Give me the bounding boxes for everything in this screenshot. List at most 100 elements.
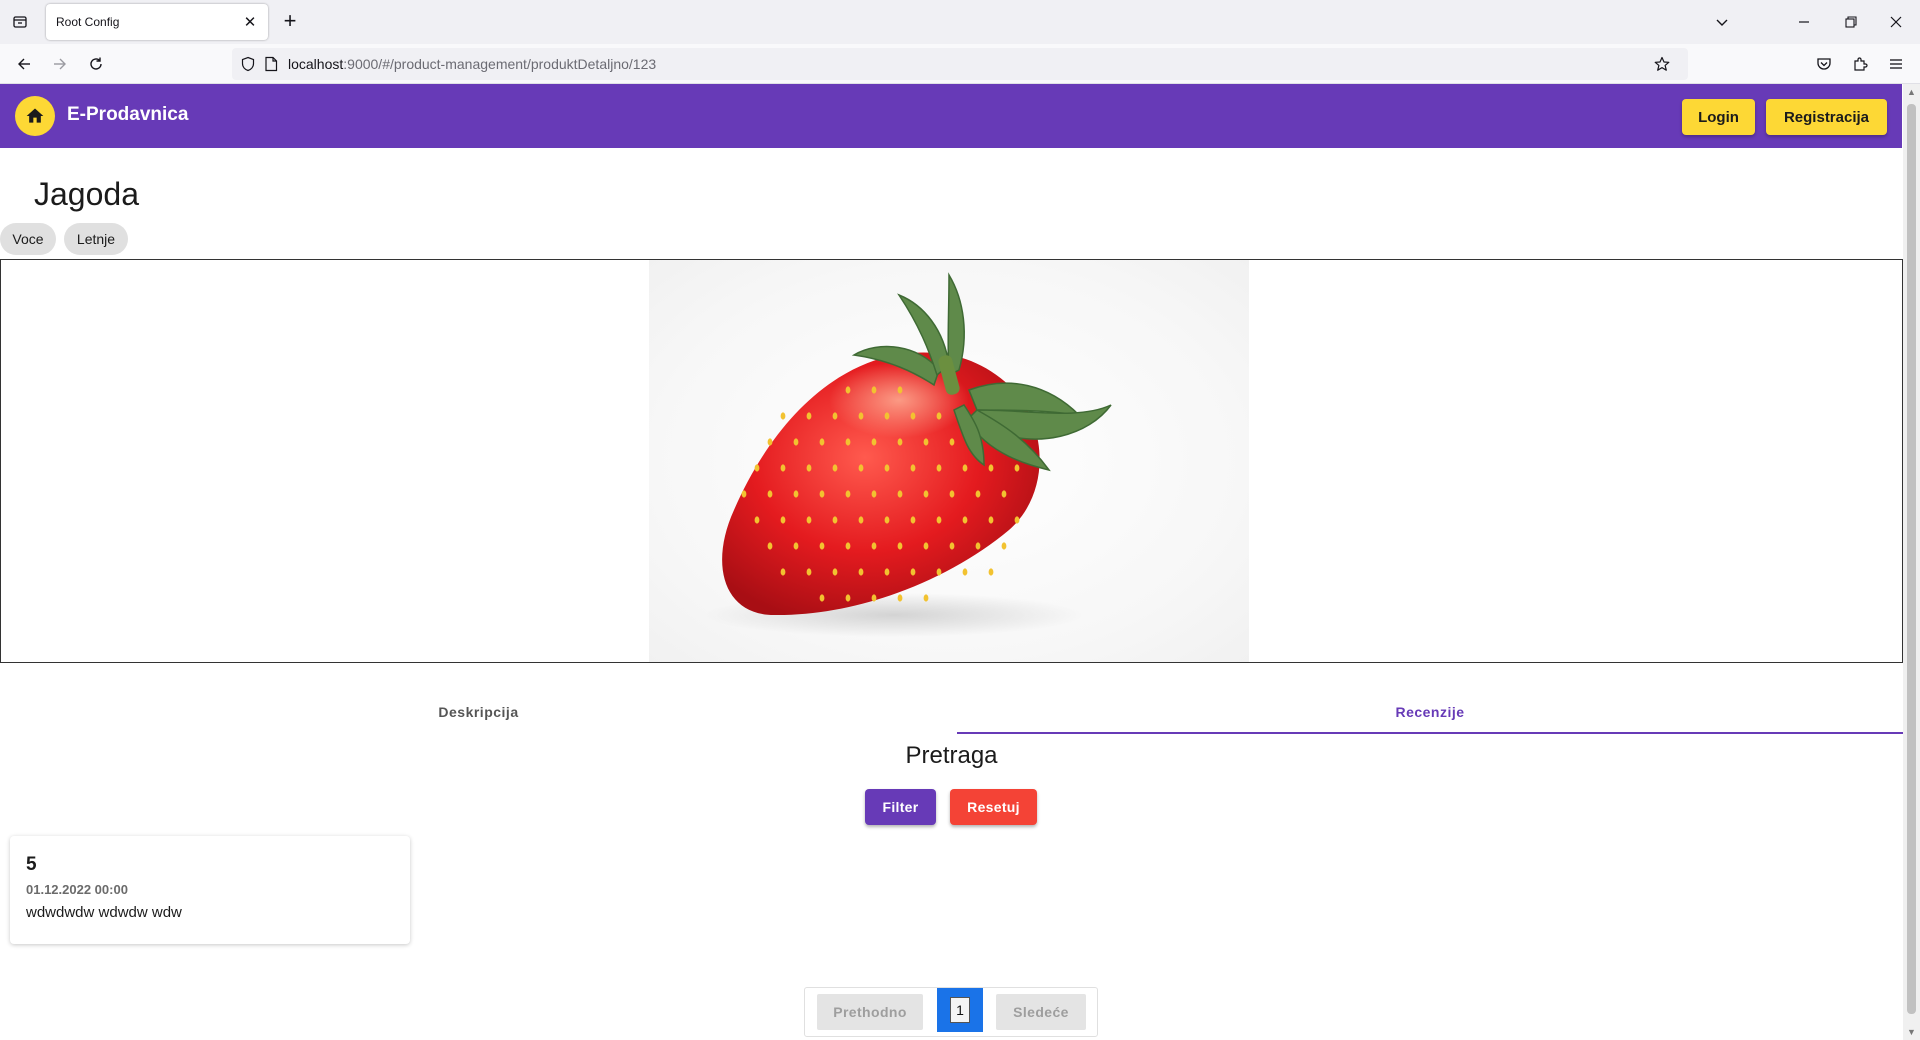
- strawberry-seed: [741, 490, 747, 498]
- strawberry-seed: [975, 490, 981, 498]
- restore-window-icon[interactable]: [1839, 10, 1863, 34]
- strawberry-seed: [910, 464, 916, 472]
- strawberry-seed: [780, 568, 786, 576]
- back-arrow-icon[interactable]: [12, 52, 36, 76]
- review-date: 01.12.2022 00:00: [26, 882, 128, 897]
- review-card: 5 01.12.2022 00:00 wdwdwdw wdwdw wdw: [10, 836, 410, 944]
- strawberry-seed: [793, 490, 799, 498]
- strawberry-seed: [871, 490, 877, 498]
- strawberry-seed: [962, 568, 968, 576]
- strawberry-seed: [1001, 542, 1007, 550]
- strawberry-seed: [910, 412, 916, 420]
- strawberry-seed: [819, 594, 825, 602]
- minimize-window-icon[interactable]: [1792, 10, 1816, 34]
- url-path: :9000/#/product-management/produktDetalj…: [343, 56, 657, 72]
- strawberry-seed: [871, 386, 877, 394]
- filter-button[interactable]: Filter: [865, 789, 936, 825]
- strawberry-seed: [936, 412, 942, 420]
- strawberry-seed: [832, 412, 838, 420]
- strawberry-seed: [923, 594, 929, 602]
- home-button[interactable]: [15, 96, 55, 136]
- review-rating: 5: [26, 854, 37, 875]
- close-tab-icon[interactable]: ✕: [242, 14, 258, 31]
- scrollbar-thumb[interactable]: [1907, 104, 1916, 1014]
- strawberry-seed: [780, 516, 786, 524]
- browser-nav-bar: localhost:9000/#/product-management/prod…: [0, 44, 1920, 84]
- tag-chip-letnje[interactable]: Letnje: [64, 223, 128, 255]
- scroll-up-arrow-icon[interactable]: ▲: [1903, 84, 1920, 100]
- shield-icon[interactable]: [240, 56, 256, 72]
- close-window-icon[interactable]: [1884, 10, 1908, 34]
- strawberry-seed: [871, 438, 877, 446]
- product-title: Jagoda: [34, 176, 139, 212]
- strawberry-seed: [949, 438, 955, 446]
- strawberry-seed: [754, 516, 760, 524]
- product-image-frame: [0, 259, 1903, 663]
- strawberry-seed: [988, 464, 994, 472]
- search-heading: Pretraga: [905, 742, 998, 769]
- strawberry-seed: [949, 542, 955, 550]
- app-menu-icon[interactable]: [1884, 52, 1908, 76]
- strawberry-seed: [962, 464, 968, 472]
- home-icon: [25, 106, 45, 126]
- tab-recenzije[interactable]: Recenzije: [957, 690, 1903, 734]
- tab-list-icon[interactable]: [10, 12, 30, 32]
- register-button[interactable]: Registracija: [1766, 99, 1887, 135]
- strawberry-seed: [845, 490, 851, 498]
- strawberry-seed: [988, 568, 994, 576]
- pocket-icon[interactable]: [1812, 52, 1836, 76]
- scroll-down-arrow-icon[interactable]: ▼: [1903, 1024, 1920, 1040]
- strawberry-seed: [819, 542, 825, 550]
- url-text: localhost:9000/#/product-management/prod…: [288, 56, 656, 72]
- strawberry-seed: [962, 516, 968, 524]
- strawberry-seed: [1014, 464, 1020, 472]
- brand-title: E-Prodavnica: [67, 104, 189, 125]
- address-bar[interactable]: localhost:9000/#/product-management/prod…: [232, 48, 1688, 80]
- strawberry-seed: [806, 516, 812, 524]
- strawberry-seed: [884, 516, 890, 524]
- strawberry-seed: [767, 490, 773, 498]
- strawberry-seed: [832, 516, 838, 524]
- strawberry-seed: [1014, 516, 1020, 524]
- browser-tab[interactable]: Root Config ✕: [46, 4, 268, 40]
- strawberry-seed: [793, 542, 799, 550]
- strawberry-seed: [767, 542, 773, 550]
- strawberry-seed: [949, 490, 955, 498]
- strawberry-seed: [975, 542, 981, 550]
- previous-page-button[interactable]: Prethodno: [817, 994, 923, 1030]
- strawberry-seed: [754, 464, 760, 472]
- url-host: localhost: [288, 56, 344, 72]
- extensions-puzzle-icon[interactable]: [1848, 52, 1872, 76]
- login-button[interactable]: Login: [1682, 99, 1755, 135]
- next-page-button[interactable]: Sledeće: [996, 994, 1086, 1030]
- strawberry-seed: [1001, 490, 1007, 498]
- reset-button[interactable]: Resetuj: [950, 789, 1037, 825]
- tab-deskripcija[interactable]: Deskripcija: [0, 690, 957, 734]
- forward-arrow-icon[interactable]: [48, 52, 72, 76]
- strawberry-seed: [923, 490, 929, 498]
- strawberry-seed: [884, 568, 890, 576]
- current-page[interactable]: 1: [937, 988, 983, 1032]
- tab-overflow-chevron-icon[interactable]: [1710, 10, 1734, 34]
- strawberry-seed: [923, 542, 929, 550]
- tag-chip-voce[interactable]: Voce: [0, 223, 56, 255]
- strawberry-seed: [988, 516, 994, 524]
- review-text: wdwdwdw wdwdw wdw: [26, 904, 182, 921]
- strawberry-seed: [858, 464, 864, 472]
- strawberry-seed: [845, 594, 851, 602]
- strawberry-seed: [832, 464, 838, 472]
- strawberry-seed: [780, 464, 786, 472]
- strawberry-seed: [871, 594, 877, 602]
- page-info-icon[interactable]: [264, 56, 278, 72]
- new-tab-icon[interactable]: +: [280, 10, 300, 32]
- strawberry-seed: [936, 516, 942, 524]
- strawberry-seed: [936, 568, 942, 576]
- strawberry-seed: [858, 516, 864, 524]
- strawberry-seed: [910, 568, 916, 576]
- page-scrollbar[interactable]: ▲ ▼: [1903, 84, 1920, 1040]
- strawberry-seed: [897, 438, 903, 446]
- active-tab-indicator: [957, 732, 1903, 734]
- bookmark-star-icon[interactable]: [1654, 56, 1670, 72]
- reload-icon[interactable]: [84, 52, 108, 76]
- strawberry-image: [704, 272, 1112, 637]
